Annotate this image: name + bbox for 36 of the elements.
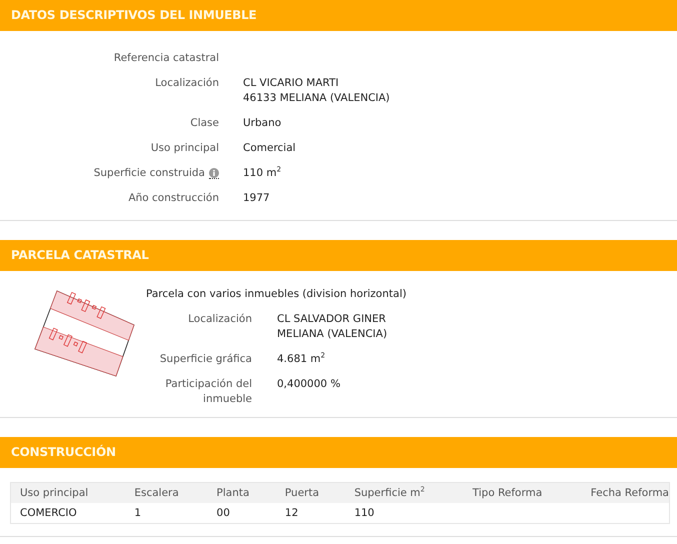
column-header: Puerta bbox=[284, 487, 320, 499]
field-value: MELIANA (VALENCIA) bbox=[277, 327, 388, 342]
column-header: Uso principal bbox=[20, 487, 88, 499]
column-header: Escalera bbox=[134, 487, 179, 499]
info-icon[interactable] bbox=[209, 168, 219, 179]
field-label: Participación del inmueble bbox=[164, 377, 252, 407]
field-label: Referencia catastral bbox=[114, 51, 219, 66]
field-value: 0,400000 % bbox=[277, 377, 342, 392]
field-label: Localización bbox=[155, 76, 219, 91]
table-cell: COMERCIO bbox=[20, 507, 77, 519]
section-header: PARCELA CATASTRAL bbox=[0, 240, 677, 271]
field-value: CL SALVADOR GINER bbox=[277, 312, 387, 327]
field-label: Localización bbox=[188, 312, 252, 327]
parcel-description: Parcela con varios inmuebles (division horizontal) bbox=[146, 287, 406, 302]
field-label: Superficie gráfica bbox=[160, 352, 252, 367]
table-cell: 12 bbox=[284, 507, 298, 519]
table-cell: 110 bbox=[354, 507, 374, 519]
field-value: Urbano bbox=[243, 116, 282, 131]
table-cell: 1 bbox=[134, 507, 142, 519]
field-value: Comercial bbox=[243, 141, 297, 156]
section-header: DATOS DESCRIPTIVOS DEL INMUEBLE bbox=[0, 0, 677, 31]
field-value: 1977 bbox=[243, 191, 271, 206]
table-cell: 00 bbox=[216, 507, 230, 519]
field-label: Superficie construida bbox=[94, 166, 205, 181]
column-header: Superficie m$^{2}$ bbox=[354, 487, 425, 499]
field-label: Clase bbox=[190, 116, 219, 131]
field-value: 46133 MELIANA (VALENCIA) bbox=[243, 91, 391, 106]
field-value: CL VICARIO MARTI bbox=[243, 76, 340, 91]
field-label: Año construcción bbox=[128, 191, 219, 206]
field-label: Uso principal bbox=[150, 141, 219, 156]
field-value: 4.681 m$^{2}$ bbox=[277, 352, 326, 367]
column-header: Planta bbox=[216, 487, 250, 499]
column-header: Fecha Reforma bbox=[590, 487, 669, 499]
section-header: CONSTRUCCIÓN bbox=[0, 437, 677, 468]
field-value: 110 m$^{2}$ bbox=[243, 166, 282, 181]
column-header: Tipo Reforma bbox=[472, 487, 542, 499]
